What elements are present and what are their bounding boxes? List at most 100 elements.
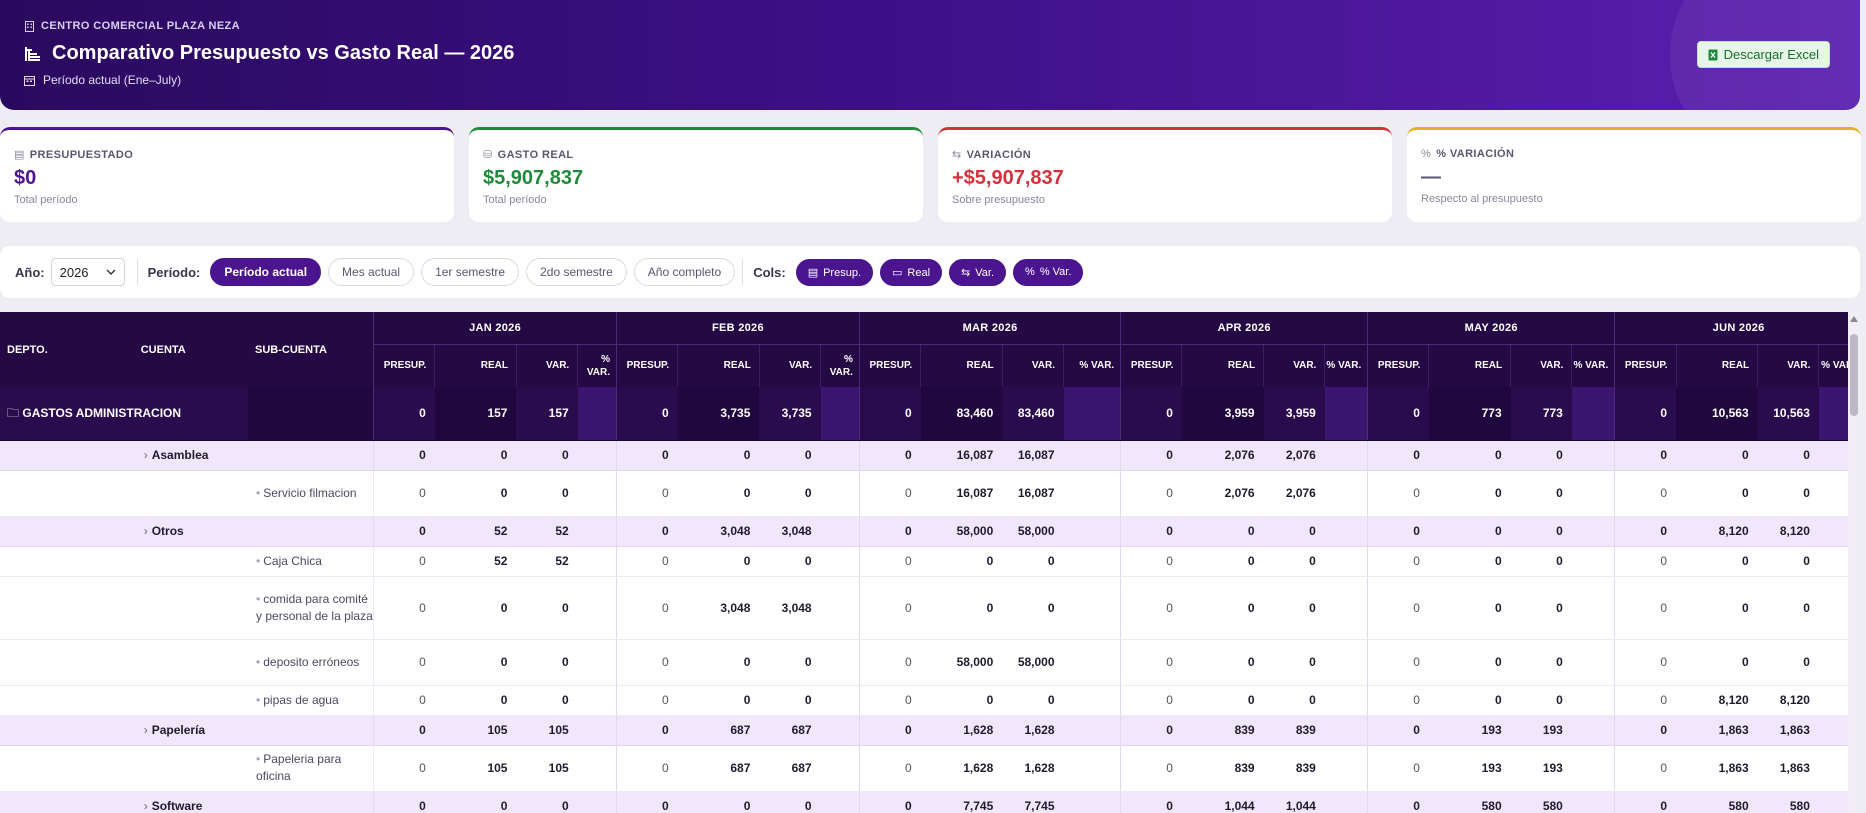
real-cell: 839 <box>1181 745 1264 792</box>
var-cell: 0 <box>1510 470 1572 517</box>
var-cell: 3,048 <box>759 576 821 640</box>
col-toggle-2[interactable]: ▭ Real <box>880 258 943 286</box>
presup-cell: 0 <box>1367 791 1429 813</box>
scroll-up-arrow-icon[interactable] <box>1850 316 1858 322</box>
chevron-right-icon[interactable]: › <box>144 723 148 737</box>
col-presup: PRESUP. <box>1367 344 1429 387</box>
pct-var-cell <box>820 387 860 441</box>
presup-cell: 0 <box>615 470 678 517</box>
document-icon: ▤ <box>14 149 25 161</box>
presup-cell: 0 <box>615 440 678 471</box>
presup-cell: 0 <box>1367 516 1429 547</box>
real-cell: 687 <box>677 745 760 792</box>
real-cell: 0 <box>1676 546 1758 577</box>
pct-var-cell <box>1324 470 1368 517</box>
pct-var-cell <box>1324 685 1368 716</box>
real-cell: 1,044 <box>1181 791 1264 813</box>
col-toggle-3[interactable]: ⇆ Var. <box>949 258 1007 286</box>
col-presup: PRESUP. <box>1614 344 1676 387</box>
period-option-2[interactable]: Mes actual <box>328 258 415 286</box>
period-option-5[interactable]: Año completo <box>633 258 736 286</box>
var-cell: 773 <box>1510 387 1572 441</box>
presup-cell: 0 <box>615 639 678 686</box>
department-name[interactable]: 🗀 GASTOS ADMINISTRACION <box>0 387 249 441</box>
presup-cell: 0 <box>858 470 921 517</box>
col-real: REAL <box>1675 344 1758 387</box>
empty-cell <box>0 715 134 746</box>
period-option-1[interactable]: Período actual <box>210 258 322 286</box>
pct-var-cell <box>1571 470 1615 517</box>
var-cell: 1,044 <box>1263 791 1325 813</box>
var-cell: 0 <box>1757 576 1819 640</box>
empty-cell <box>248 516 374 547</box>
year-select[interactable]: 2026 <box>50 258 125 286</box>
account-label: Otros <box>151 524 184 538</box>
pct-var-cell <box>577 516 617 547</box>
account-name[interactable]: › Papelería <box>133 715 249 746</box>
subaccount-label: pipas de agua <box>263 692 339 707</box>
real-cell: 0 <box>1428 576 1511 640</box>
col-real: REAL <box>920 344 1003 387</box>
var-cell: 16,087 <box>1002 440 1064 471</box>
month-header: FEB 2026 <box>615 312 860 345</box>
presup-cell: 0 <box>858 546 921 577</box>
chevron-right-icon[interactable]: › <box>144 448 148 462</box>
pct-var-cell <box>1571 715 1615 746</box>
scrollbar-thumb[interactable] <box>1850 334 1858 416</box>
var-cell: 0 <box>1002 576 1064 640</box>
real-cell: 0 <box>1428 546 1511 577</box>
var-cell: 105 <box>516 745 578 792</box>
divider <box>742 259 744 285</box>
var-cell: 105 <box>516 715 578 746</box>
kpi-variacion-card: ⇆ VARIACIÓN +$5,907,837 Sobre presupuest… <box>938 127 1392 222</box>
col-pct-var: % VAR. <box>1571 344 1615 387</box>
real-cell: 2,076 <box>1181 440 1264 471</box>
kpi-label-text: PRESUPUESTADO <box>29 148 134 161</box>
title-text: Comparativo Presupuesto vs Gasto Real — … <box>52 42 515 64</box>
var-cell: 3,735 <box>759 387 821 441</box>
filter-bar: Año: 2026 Período: Período actual Mes act… <box>0 246 1860 298</box>
download-excel-button[interactable]: Descargar Excel <box>1696 41 1830 68</box>
var-cell: 0 <box>1510 440 1572 471</box>
empty-cell <box>248 440 374 471</box>
empty-cell <box>133 470 249 517</box>
pct-var-cell <box>1571 546 1615 577</box>
var-cell: 52 <box>516 546 578 577</box>
var-cell: 0 <box>1757 470 1819 517</box>
presup-cell: 0 <box>1614 745 1676 792</box>
account-name[interactable]: › Otros <box>133 516 249 547</box>
account-name[interactable]: › Asamblea <box>133 440 249 471</box>
var-cell: 52 <box>516 516 578 547</box>
presup-cell: 0 <box>858 685 921 716</box>
var-cell: 839 <box>1263 715 1325 746</box>
presup-cell: 0 <box>373 440 435 471</box>
var-cell: 839 <box>1263 745 1325 792</box>
real-cell: 0 <box>1428 685 1511 716</box>
month-header: MAR 2026 <box>858 312 1121 345</box>
col-var: VAR. <box>1001 344 1064 387</box>
org-name: CENTRO COMERCIAL PLAZA NEZA <box>24 20 240 32</box>
chevron-right-icon[interactable]: › <box>144 524 148 538</box>
pct-var-cell <box>1063 715 1121 746</box>
pct-var-cell <box>820 576 860 640</box>
bullet-icon: • <box>256 654 261 669</box>
real-cell: 687 <box>677 715 760 746</box>
account-label: Asamblea <box>151 448 209 462</box>
col-toggle-4[interactable]: % % Var. <box>1013 258 1084 286</box>
period-option-4[interactable]: 2do semestre <box>526 258 627 286</box>
pct-var-cell <box>1063 387 1121 441</box>
col-toggle-1[interactable]: ▤ Presup. <box>795 258 874 286</box>
var-cell: 7,745 <box>1002 791 1064 813</box>
real-cell: 0 <box>677 685 760 716</box>
account-row: › Software 0 0 0 0 0 0 0 7,745 7,745 0 1,044 1,044 0 58… <box>0 791 1860 813</box>
pct-var-cell <box>820 791 860 813</box>
account-name[interactable]: › Software <box>133 791 249 813</box>
presup-cell: 0 <box>373 715 435 746</box>
period-option-3[interactable]: 1er semestre <box>421 258 520 286</box>
subaccount-label: comida para comité y personal de la plaz… <box>256 591 373 623</box>
bullet-icon: • <box>256 591 261 606</box>
vertical-scrollbar[interactable] <box>1848 312 1860 813</box>
chevron-right-icon[interactable]: › <box>144 799 148 813</box>
empty-cell <box>0 516 134 547</box>
presup-cell: 0 <box>373 745 435 792</box>
